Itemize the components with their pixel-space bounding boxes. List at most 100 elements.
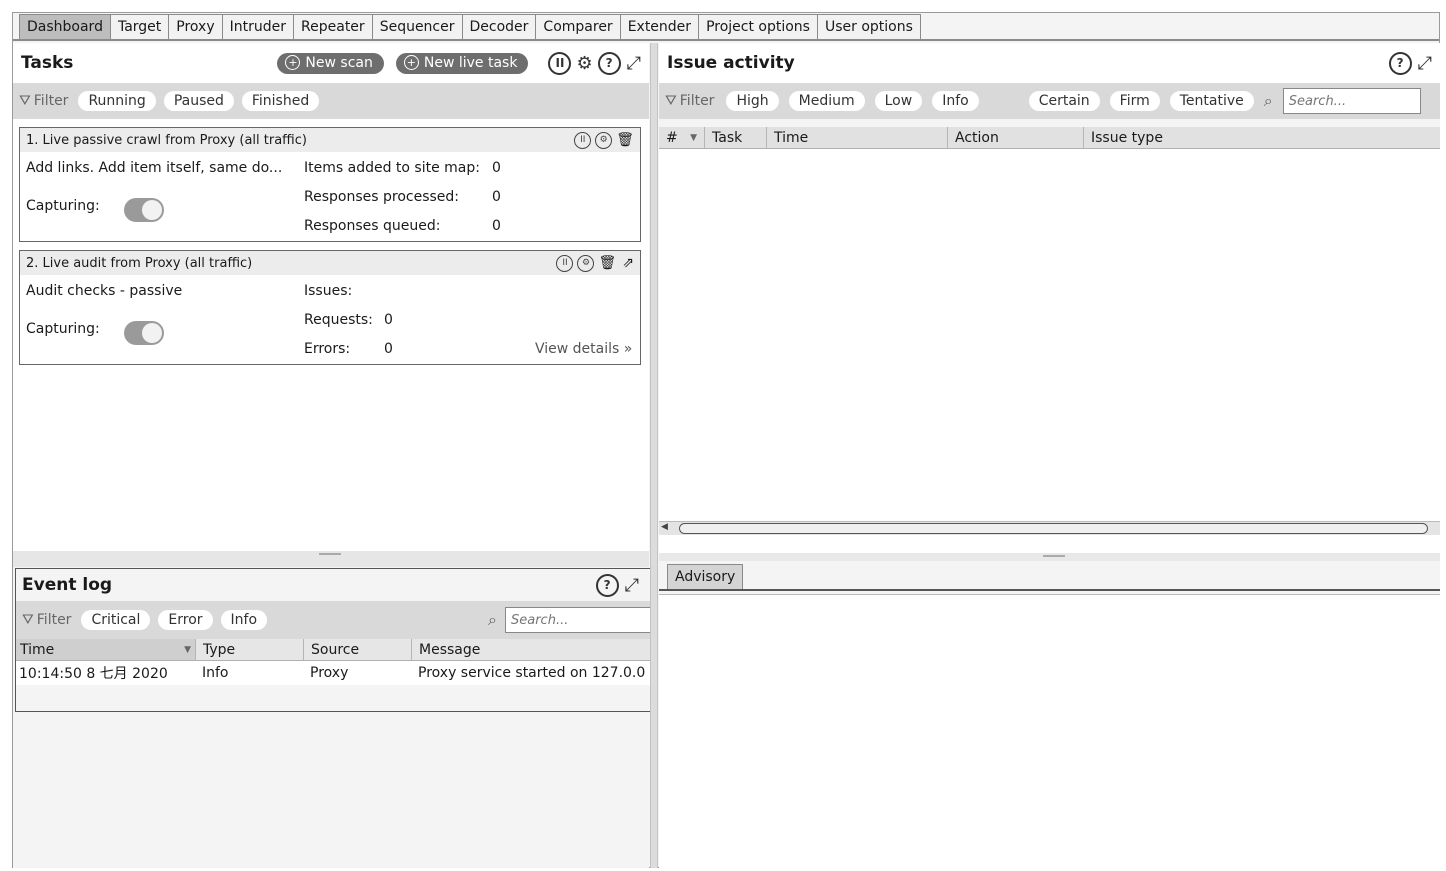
filter-firm[interactable]: Firm	[1109, 91, 1160, 111]
capturing-label: Capturing:	[26, 321, 100, 337]
view-details-link[interactable]: View details »	[535, 341, 632, 357]
issue-search-input[interactable]	[1282, 88, 1421, 114]
cell-type: Info	[202, 665, 229, 681]
tab-user-options[interactable]: User options	[817, 14, 921, 39]
funnel-icon: ⛛	[665, 93, 677, 109]
stat-value: 0	[492, 218, 501, 234]
filter-error[interactable]: Error	[158, 610, 213, 630]
help-icon[interactable]: ?	[595, 573, 619, 597]
column-type[interactable]: Type	[196, 639, 304, 660]
task-card-2[interactable]: 2. Live audit from Proxy (all traffic) I…	[19, 250, 641, 365]
column-label: Time	[20, 641, 55, 658]
filter-label[interactable]: ⛛ Filter	[665, 93, 714, 109]
capturing-toggle[interactable]	[124, 321, 164, 345]
filter-text: Filter	[36, 612, 72, 628]
new-live-task-label: New live task	[423, 54, 518, 71]
right-splitter[interactable]	[659, 553, 1440, 561]
scroll-left-icon[interactable]: ◀	[661, 522, 668, 532]
event-log-panel: Event log ? ⤢ ⛛ Filter Critical Error Inf…	[15, 568, 658, 712]
stat-label: Errors:	[304, 341, 351, 357]
filter-paused[interactable]: Paused	[163, 91, 234, 111]
filter-label[interactable]: ⛛ Filter	[19, 93, 68, 109]
cell-message: Proxy service started on 127.0.0	[418, 665, 646, 681]
column-message[interactable]: Message	[412, 639, 657, 660]
column-source[interactable]: Source	[304, 639, 412, 660]
vertical-splitter[interactable]	[650, 43, 658, 868]
tab-advisory[interactable]: Advisory	[667, 564, 744, 589]
pause-icon[interactable]: II	[556, 254, 574, 272]
pause-icon[interactable]: II	[548, 51, 572, 75]
left-splitter[interactable]	[13, 551, 649, 567]
tab-project-options[interactable]: Project options	[699, 14, 818, 39]
table-row[interactable]: 10:14:50 8 七月 2020 Info Proxy Proxy serv…	[16, 661, 657, 685]
stat-value: 0	[492, 160, 501, 176]
gear-icon[interactable]: ⚙	[576, 53, 592, 74]
help-icon[interactable]: ?	[597, 51, 621, 75]
event-log-filter-bar: ⛛ Filter Critical Error Info ⌕	[16, 601, 657, 639]
gear-icon[interactable]: ⚙	[577, 254, 595, 272]
filter-low[interactable]: Low	[874, 91, 923, 111]
sort-down-icon: ▼	[184, 644, 191, 655]
tab-extender[interactable]: Extender	[620, 14, 700, 39]
new-live-task-button[interactable]: + New live task	[395, 52, 529, 74]
filter-running[interactable]: Running	[78, 91, 156, 111]
issue-table-header: # ▼ Task Time Action Issue type	[659, 127, 1440, 149]
task-card-1[interactable]: 1. Live passive crawl from Proxy (all tr…	[19, 127, 641, 242]
event-log-title: Event log	[22, 575, 113, 595]
tab-comparer[interactable]: Comparer	[536, 14, 621, 39]
splitter-grip	[319, 553, 341, 555]
filter-info[interactable]: Info	[220, 610, 268, 630]
stat-label: Responses queued:	[304, 218, 441, 234]
expand-icon[interactable]: ⤢	[1418, 53, 1432, 74]
column-action[interactable]: Action	[948, 127, 1084, 148]
tab-proxy[interactable]: Proxy	[169, 14, 223, 39]
filter-medium[interactable]: Medium	[788, 91, 865, 111]
filter-info[interactable]: Info	[932, 91, 979, 111]
tab-sequencer[interactable]: Sequencer	[372, 14, 463, 39]
advisory-panel: Advisory	[659, 561, 1440, 868]
advisory-content	[659, 591, 1440, 595]
search-icon: ⌕	[488, 610, 497, 629]
filter-high[interactable]: High	[726, 91, 779, 111]
event-log-table-header: Time ▼ Type Source Message	[16, 639, 657, 661]
open-external-icon[interactable]: ⇗	[622, 255, 634, 271]
gear-icon[interactable]: ⚙	[595, 131, 613, 149]
stat-label: Issues:	[304, 283, 353, 299]
tab-dashboard[interactable]: Dashboard	[19, 14, 111, 39]
new-scan-button[interactable]: + New scan	[277, 52, 384, 74]
capturing-toggle[interactable]	[124, 198, 164, 222]
plus-circle-icon: +	[285, 55, 301, 70]
pause-icon[interactable]: II	[574, 131, 592, 149]
filter-label[interactable]: ⛛ Filter	[22, 612, 71, 628]
expand-icon[interactable]: ⤢	[625, 575, 639, 596]
expand-icon[interactable]: ⤢	[627, 53, 641, 74]
tab-repeater[interactable]: Repeater	[294, 14, 373, 39]
tab-decoder[interactable]: Decoder	[462, 14, 537, 39]
column-time[interactable]: Time ▼	[16, 639, 196, 660]
column-issue-type[interactable]: Issue type	[1084, 127, 1440, 148]
filter-finished[interactable]: Finished	[241, 91, 320, 111]
filter-certain[interactable]: Certain	[1028, 91, 1100, 111]
double-chevron-right-icon: »	[623, 341, 633, 357]
event-log-search-input[interactable]	[505, 607, 651, 633]
column-task[interactable]: Task	[705, 127, 767, 148]
tab-target[interactable]: Target	[110, 14, 170, 39]
stat-label: Requests:	[304, 312, 373, 328]
cell-time: 10:14:50 8 七月 2020	[19, 666, 168, 682]
capturing-label: Capturing:	[26, 198, 100, 214]
column-time[interactable]: Time	[767, 127, 948, 148]
burp-window: Dashboard Target Proxy Intruder Repeater…	[12, 12, 1440, 868]
tab-intruder[interactable]: Intruder	[222, 14, 295, 39]
scrollbar-thumb[interactable]	[679, 523, 1428, 534]
task-description: Add links. Add item itself, same do...	[26, 160, 283, 176]
stat-label: Responses processed:	[304, 189, 459, 205]
column-number[interactable]: # ▼	[659, 127, 705, 148]
filter-tentative[interactable]: Tentative	[1169, 91, 1254, 111]
trash-icon[interactable]: 🗑	[598, 255, 616, 271]
horizontal-scrollbar[interactable]: ◀	[659, 521, 1440, 535]
filter-critical[interactable]: Critical	[81, 610, 151, 630]
cell-source: Proxy	[310, 665, 349, 681]
tasks-title: Tasks	[21, 53, 74, 73]
help-icon[interactable]: ?	[1388, 51, 1412, 75]
trash-icon[interactable]: 🗑	[616, 132, 634, 148]
